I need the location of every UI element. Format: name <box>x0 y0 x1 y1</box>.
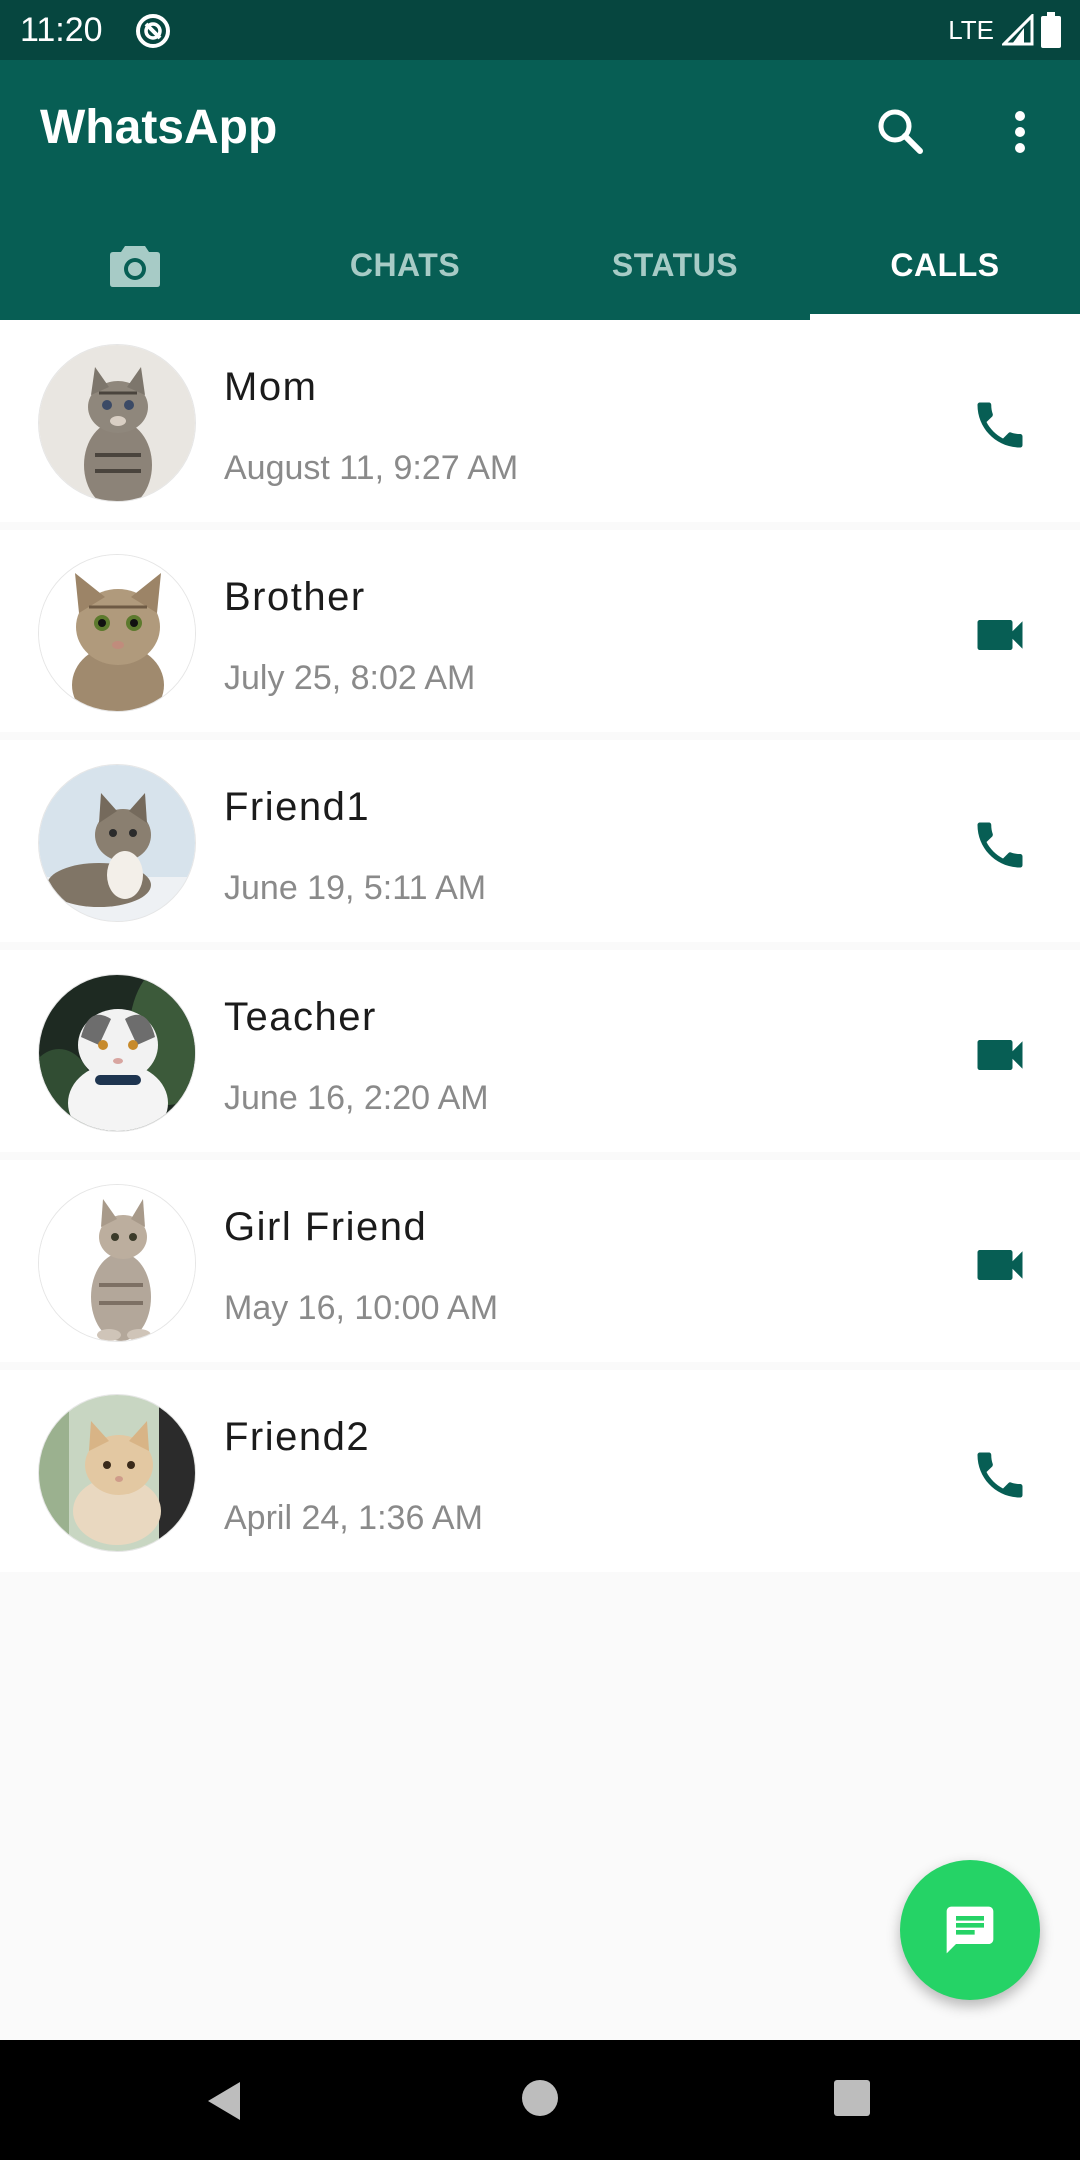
tab-calls-label: CALLS <box>890 246 1000 283</box>
call-row-mom[interactable]: Mom August 11, 9:27 AM <box>0 320 1080 522</box>
signal-icon <box>1002 14 1034 46</box>
cat-photo-icon <box>39 1395 195 1551</box>
battery-icon <box>1041 12 1061 48</box>
cat-photo-icon <box>39 975 195 1131</box>
tab-status-label: STATUS <box>611 246 739 283</box>
contact-name: Friend1 <box>224 785 371 829</box>
app-title: WhatsApp <box>40 101 278 154</box>
videocam-icon[interactable] <box>970 1025 1030 1085</box>
tab-camera[interactable] <box>0 210 270 320</box>
videocam-icon[interactable] <box>970 1235 1030 1295</box>
camera-icon <box>110 246 160 287</box>
videocam-icon[interactable] <box>970 605 1030 665</box>
call-list: Mom August 11, 9:27 AM Brother July 25, … <box>0 320 1080 1580</box>
home-icon[interactable] <box>518 2076 562 2120</box>
network-label: LTE <box>948 15 994 45</box>
status-time: 11:20 <box>20 11 103 49</box>
cat-photo-icon <box>39 1185 195 1341</box>
nav-bar <box>0 2040 1080 2160</box>
status-icons: LTE <box>948 10 1062 50</box>
avatar[interactable] <box>38 1394 196 1552</box>
tab-bar: CHATS STATUS CALLS <box>0 210 1080 320</box>
phone-icon[interactable] <box>970 1445 1030 1505</box>
call-time: July 25, 8:02 AM <box>224 659 476 697</box>
status-bar: 11:20 LTE <box>0 0 1080 60</box>
tab-status[interactable]: STATUS <box>540 210 810 320</box>
contact-name: Teacher <box>224 995 377 1039</box>
call-row-girl-friend[interactable]: Girl Friend May 16, 10:00 AM <box>0 1160 1080 1362</box>
cat-photo-icon <box>39 345 195 501</box>
recents-icon[interactable] <box>832 2078 872 2118</box>
contact-name: Girl Friend <box>224 1205 428 1249</box>
call-row-friend1[interactable]: Friend1 June 19, 5:11 AM <box>0 740 1080 942</box>
sync-icon <box>136 14 170 48</box>
phone-icon[interactable] <box>970 395 1030 455</box>
avatar[interactable] <box>38 1184 196 1342</box>
phone-icon[interactable] <box>970 815 1030 875</box>
avatar[interactable] <box>38 554 196 712</box>
cat-photo-icon <box>39 765 195 921</box>
avatar[interactable] <box>38 344 196 502</box>
tab-chats[interactable]: CHATS <box>270 210 540 320</box>
call-row-friend2[interactable]: Friend2 April 24, 1:36 AM <box>0 1370 1080 1572</box>
avatar[interactable] <box>38 764 196 922</box>
search-icon[interactable] <box>870 102 930 162</box>
call-time: June 16, 2:20 AM <box>224 1079 489 1117</box>
call-time: June 19, 5:11 AM <box>224 869 487 907</box>
call-row-teacher[interactable]: Teacher June 16, 2:20 AM <box>0 950 1080 1152</box>
call-time: August 11, 9:27 AM <box>224 449 519 487</box>
tab-chats-label: CHATS <box>349 246 461 283</box>
app-bar: WhatsApp CHATS STATUS CALLS <box>0 60 1080 320</box>
more-vert-icon[interactable] <box>992 102 1048 162</box>
cat-photo-icon <box>39 555 195 711</box>
contact-name: Brother <box>224 575 366 619</box>
contact-name: Mom <box>224 365 318 409</box>
call-row-brother[interactable]: Brother July 25, 8:02 AM <box>0 530 1080 732</box>
back-icon[interactable] <box>200 2076 250 2126</box>
tab-calls[interactable]: CALLS <box>810 210 1080 320</box>
avatar[interactable] <box>38 974 196 1132</box>
call-time: April 24, 1:36 AM <box>224 1499 483 1537</box>
chat-icon <box>946 1906 994 1954</box>
new-chat-fab[interactable] <box>900 1860 1040 2000</box>
contact-name: Friend2 <box>224 1415 371 1459</box>
call-time: May 16, 10:00 AM <box>224 1289 499 1327</box>
